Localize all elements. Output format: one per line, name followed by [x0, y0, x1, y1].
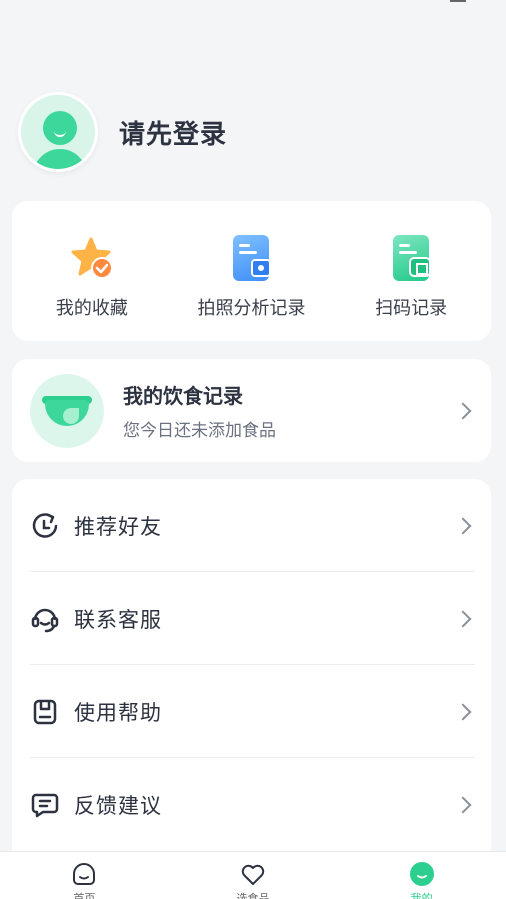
- menu-item-recommend-friends[interactable]: 推荐好友: [12, 479, 491, 572]
- tab-home[interactable]: 首页: [34, 852, 134, 899]
- tab-label: 首页: [73, 892, 96, 899]
- chevron-right-icon: [454, 402, 472, 419]
- quick-action-label: 我的收藏: [55, 298, 128, 319]
- tab-label: 选食品: [236, 892, 270, 899]
- help-book-icon: [30, 697, 60, 727]
- scan-icon: [409, 257, 432, 277]
- headset-icon: [30, 604, 60, 634]
- chevron-right-icon: [454, 610, 472, 627]
- quick-action-label: 扫码记录: [375, 298, 448, 319]
- menu-item-feedback[interactable]: 反馈建议: [12, 758, 491, 851]
- camera-icon: [251, 259, 272, 277]
- avatar-body: [33, 149, 87, 169]
- profile-header[interactable]: 请先登录: [18, 92, 227, 172]
- menu-item-label: 推荐好友: [74, 514, 162, 539]
- menu-item-contact-support[interactable]: 联系客服: [12, 572, 491, 665]
- tab-label: 我的: [410, 892, 433, 899]
- menu-item-label: 联系客服: [74, 607, 162, 632]
- tab-mine[interactable]: 我的: [372, 852, 472, 899]
- tab-select-food[interactable]: 选食品: [203, 852, 303, 899]
- chevron-right-icon: [454, 796, 472, 813]
- chevron-right-icon: [454, 517, 472, 534]
- menu-item-label: 反馈建议: [74, 793, 162, 818]
- quick-actions-card: 我的收藏 拍照分析记录 扫码记录: [12, 201, 491, 341]
- quick-action-photo-records[interactable]: 拍照分析记录: [176, 233, 326, 341]
- status-bar-right-fragment: [450, 0, 466, 2]
- quick-action-scan-records[interactable]: 扫码记录: [336, 233, 486, 341]
- bowl-icon: [30, 373, 104, 448]
- status-bar: [0, 0, 506, 14]
- status-bar-left-fragment: [34, 0, 64, 2]
- share-refresh-icon: [30, 511, 60, 541]
- diet-record-title: 我的饮食记录: [123, 384, 243, 408]
- settings-menu: 推荐好友 联系客服 使用帮助 反馈建议: [12, 479, 491, 899]
- home-face-icon: [70, 860, 98, 888]
- menu-item-help[interactable]: 使用帮助: [12, 665, 491, 758]
- star-favorite-icon: [66, 233, 118, 285]
- scan-record-doc-icon: [385, 233, 437, 285]
- quick-action-favorites[interactable]: 我的收藏: [17, 233, 167, 341]
- diet-record-card[interactable]: 我的饮食记录 您今日还未添加食品: [12, 359, 491, 462]
- heart-icon: [239, 860, 267, 888]
- diet-record-subtitle: 您今日还未添加食品: [123, 421, 276, 441]
- avatar-head: [43, 111, 77, 145]
- menu-item-label: 使用帮助: [74, 700, 162, 725]
- feedback-chat-icon: [30, 790, 60, 820]
- login-prompt[interactable]: 请先登录: [119, 114, 227, 151]
- avatar[interactable]: [18, 92, 98, 172]
- quick-action-label: 拍照分析记录: [197, 298, 306, 319]
- photo-analysis-doc-icon: [225, 233, 277, 285]
- profile-face-icon: [408, 860, 436, 888]
- chevron-right-icon: [454, 703, 472, 720]
- bottom-tab-bar: 首页 选食品 我的: [0, 851, 506, 899]
